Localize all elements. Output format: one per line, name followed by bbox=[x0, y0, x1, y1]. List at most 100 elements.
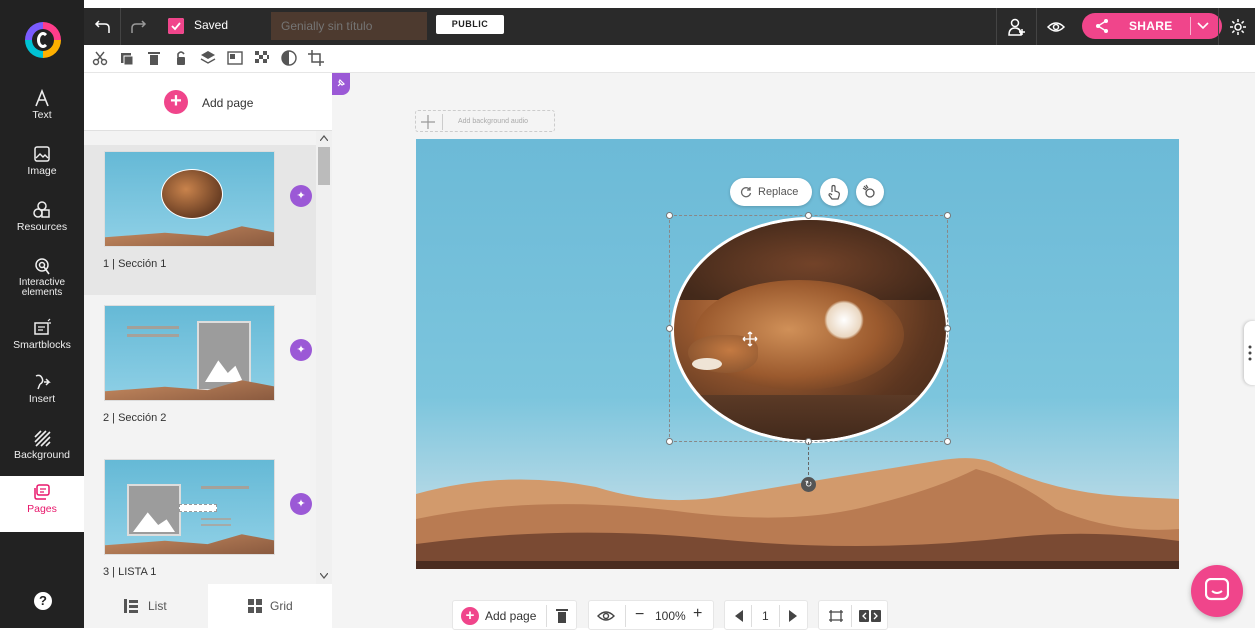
genially-logo[interactable] bbox=[25, 22, 61, 58]
align-icon[interactable] bbox=[226, 49, 244, 67]
tab-list[interactable]: List bbox=[84, 584, 208, 628]
magic-wand-icon[interactable]: ✦ bbox=[290, 339, 312, 361]
add-user-icon bbox=[1008, 18, 1025, 36]
scroll-thumb[interactable] bbox=[318, 147, 330, 185]
rail-item-background[interactable]: Background bbox=[0, 422, 84, 476]
rail-item-insert[interactable]: Insert bbox=[0, 366, 84, 420]
page-thumbnail bbox=[104, 459, 275, 555]
text-icon bbox=[35, 88, 49, 107]
trash-icon[interactable] bbox=[555, 608, 569, 624]
desert-dunes bbox=[416, 458, 1179, 569]
copy-icon[interactable] bbox=[118, 49, 136, 67]
redo-button[interactable] bbox=[123, 8, 153, 45]
top-bar: Saved PUBLIC SHARE bbox=[84, 8, 1255, 45]
prev-page-icon[interactable] bbox=[735, 610, 743, 622]
add-page-bottom-button[interactable]: + bbox=[461, 607, 479, 625]
more-vertical-icon bbox=[1248, 345, 1252, 361]
chevron-down-icon[interactable] bbox=[1196, 20, 1210, 32]
add-page-button[interactable]: + Add page bbox=[84, 73, 332, 131]
insert-icon bbox=[35, 374, 51, 390]
settings-button[interactable] bbox=[1222, 8, 1254, 45]
interactive-icon bbox=[35, 258, 50, 275]
scroll-down-icon[interactable] bbox=[320, 573, 328, 579]
help-button[interactable]: ? bbox=[34, 592, 52, 610]
image-icon bbox=[34, 146, 50, 162]
resize-handle-nw[interactable] bbox=[666, 212, 673, 219]
resize-handle-e[interactable] bbox=[944, 325, 951, 332]
resize-handle-se[interactable] bbox=[944, 438, 951, 445]
saved-check-icon bbox=[168, 18, 184, 34]
cut-icon[interactable] bbox=[91, 49, 109, 67]
object-toolbar bbox=[84, 45, 1255, 73]
pages-panel: + Add page ✦ 1 | Sección 1 ✦ 2 | Sección… bbox=[84, 73, 332, 628]
magic-wand-icon[interactable]: ✦ bbox=[290, 185, 312, 207]
color-filter-icon[interactable] bbox=[280, 49, 298, 67]
collaborators-button[interactable] bbox=[1000, 8, 1034, 45]
refresh-icon bbox=[740, 187, 752, 198]
background-icon bbox=[34, 430, 51, 447]
page-card-1[interactable]: ✦ 1 | Sección 1 bbox=[84, 145, 316, 295]
rail-item-smartblocks[interactable]: Smartblocks bbox=[0, 312, 84, 366]
pin-tab[interactable] bbox=[332, 73, 350, 95]
title-input[interactable] bbox=[271, 12, 427, 40]
separator bbox=[996, 8, 997, 45]
undo-button[interactable] bbox=[88, 8, 118, 45]
preview-button[interactable] bbox=[1039, 8, 1073, 45]
bottom-toolbar-add: + Add page bbox=[452, 600, 577, 630]
zoom-out-button[interactable]: − bbox=[635, 606, 644, 624]
list-icon bbox=[124, 599, 138, 613]
rotate-handle-icon[interactable]: ↻ bbox=[801, 477, 816, 492]
page-number: 1 bbox=[762, 609, 769, 623]
presentation-mode-icon[interactable] bbox=[859, 610, 881, 622]
bottom-toolbar-view bbox=[818, 600, 888, 630]
redo-icon bbox=[131, 19, 147, 33]
page-card-2[interactable]: ✦ 2 | Sección 2 bbox=[84, 299, 316, 449]
undo-icon bbox=[94, 19, 110, 33]
share-button[interactable]: SHARE bbox=[1082, 13, 1222, 39]
rail-item-text[interactable]: Text bbox=[0, 82, 84, 136]
resize-handle-n[interactable] bbox=[805, 212, 812, 219]
background-audio-button[interactable]: Add background audio bbox=[415, 110, 555, 132]
smartblocks-icon bbox=[34, 318, 51, 335]
hand-pointer-icon bbox=[828, 184, 840, 200]
left-rail: Text Image Resources Interactive element… bbox=[0, 0, 84, 628]
fit-screen-icon[interactable] bbox=[827, 608, 845, 624]
replace-button[interactable]: Replace bbox=[730, 178, 812, 206]
lock-icon[interactable] bbox=[172, 49, 190, 67]
layers-icon[interactable] bbox=[199, 49, 217, 67]
trash-icon[interactable] bbox=[145, 49, 163, 67]
next-page-icon[interactable] bbox=[789, 610, 797, 622]
page-thumbnail bbox=[104, 305, 275, 401]
animation-button[interactable] bbox=[856, 178, 884, 206]
resize-handle-sw[interactable] bbox=[666, 438, 673, 445]
chat-button[interactable] bbox=[1191, 565, 1243, 617]
magic-wand-icon[interactable]: ✦ bbox=[290, 493, 312, 515]
resources-icon bbox=[33, 201, 50, 218]
pages-icon bbox=[34, 484, 50, 500]
interactivity-button[interactable] bbox=[820, 178, 848, 206]
public-button[interactable]: PUBLIC bbox=[436, 15, 504, 34]
zoom-level: 100% bbox=[655, 609, 686, 623]
zoom-in-button[interactable]: + bbox=[693, 605, 702, 623]
slide-canvas[interactable]: ↻ Replace bbox=[416, 139, 1179, 569]
rail-item-image[interactable]: Image bbox=[0, 138, 84, 192]
resize-handle-w[interactable] bbox=[666, 325, 673, 332]
rail-item-pages[interactable]: Pages bbox=[0, 476, 84, 532]
rail-item-interactive-elements[interactable]: Interactive elements bbox=[0, 250, 84, 304]
transparency-icon[interactable] bbox=[253, 49, 271, 67]
saved-status: Saved bbox=[194, 18, 229, 32]
share-icon bbox=[1096, 19, 1108, 33]
separator bbox=[1190, 17, 1191, 35]
pages-scrollbar[interactable] bbox=[316, 131, 332, 584]
page-thumbnail bbox=[104, 151, 275, 247]
tab-grid[interactable]: Grid bbox=[208, 584, 332, 628]
rotate-line bbox=[808, 442, 809, 475]
pin-icon bbox=[337, 78, 346, 87]
right-panel-handle[interactable] bbox=[1244, 321, 1255, 385]
resize-handle-ne[interactable] bbox=[944, 212, 951, 219]
rail-item-resources[interactable]: Resources bbox=[0, 194, 84, 248]
page-card-3[interactable]: ✦ 3 | LISTA 1 bbox=[84, 453, 316, 603]
crop-icon[interactable] bbox=[307, 49, 325, 67]
scroll-up-icon[interactable] bbox=[320, 135, 328, 141]
eye-icon[interactable] bbox=[597, 608, 615, 624]
